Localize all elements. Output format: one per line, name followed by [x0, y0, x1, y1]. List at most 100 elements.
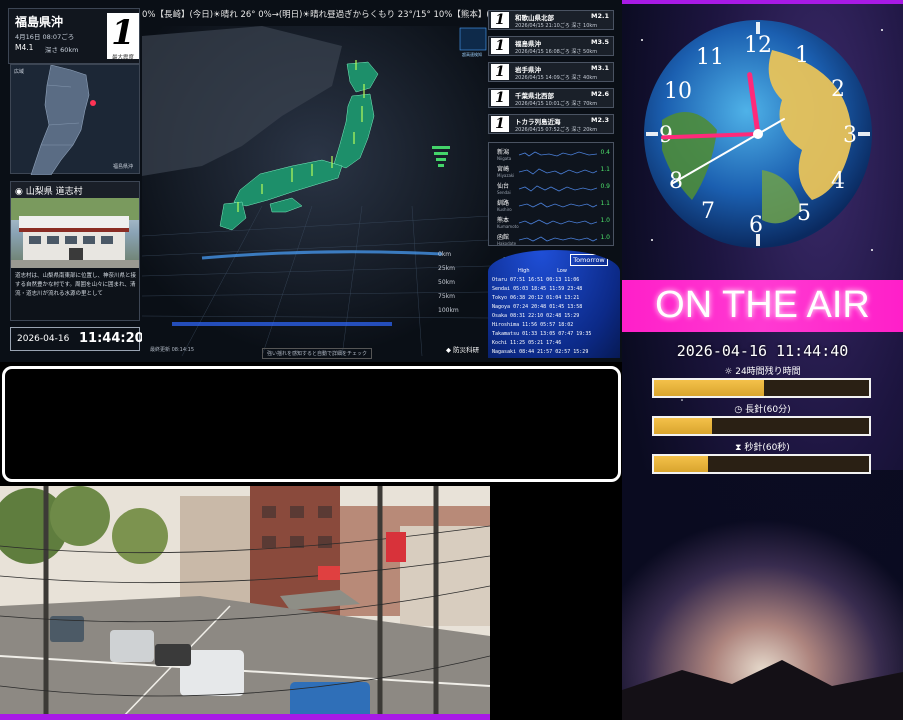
on-air-text: ON THE AIR [655, 284, 870, 326]
quake-depth: 深さ 60km [45, 46, 79, 54]
galaxy-background: 12 1 2 3 4 5 6 7 8 9 10 11 [622, 20, 903, 720]
japan-3d-map[interactable]: 0km 25km 50km 75km 100km 超高速検知 [142, 26, 490, 356]
clock-date: 2026-04-16 [17, 334, 70, 344]
clock-number-11: 11 [696, 45, 724, 70]
graph-station-value: 1.1 [600, 200, 610, 207]
recent-quake-time: 2026/04/15 14:09ごろ 深さ 40km [515, 75, 598, 81]
place-description: 道志村は、山梨県南東部に位置し、神奈川県と接する自然豊かな村です。周囲を山々に囲… [15, 273, 137, 297]
sun-icon: ☼ [724, 367, 736, 377]
epicenter-minimap: 広域 福島県沖 [10, 64, 140, 176]
nied-label: 防災科研 [453, 346, 480, 354]
detection-badge [459, 27, 487, 51]
day-remaining-bar [652, 378, 871, 398]
tomorrow-button[interactable]: Tomorrow [570, 254, 608, 266]
scale-4: 100km [438, 307, 459, 314]
graph-station-name: 釧路 [497, 200, 510, 207]
tide-row: Nagasaki 08:44 21:57 02:57 15:29 [492, 349, 589, 355]
graph-station-name: 熊本 [497, 217, 510, 224]
recent-quake-shindo: 1 [491, 116, 509, 132]
minimap-caption: 福島県沖 [112, 164, 133, 170]
graph-station-sub: Niigata [497, 156, 512, 161]
scale-2: 50km [438, 279, 455, 286]
tide-panel: Tides Tomorrow High Low Otaru 07:51 16:5… [488, 250, 620, 358]
graph-station-sub: Kushiro [497, 207, 512, 212]
tide-header: High Low [518, 268, 618, 274]
recent-quake-item[interactable]: 1 福島県沖 M3.5 2026/04/15 16:08ごろ 深さ 50km [488, 36, 614, 56]
recent-quake-time: 2026/04/15 07:52ごろ 深さ 20km [515, 127, 598, 133]
minimap-label: 広域 [14, 69, 25, 75]
recent-quake-item[interactable]: 1 和歌山県北部 M2.1 2026/04/15 21:10ごろ 深さ 10km [488, 10, 614, 30]
graph-station-value: 1.1 [600, 166, 610, 173]
tide-row: Takamatsu 01:33 13:05 07:47 19:35 [492, 331, 592, 337]
tide-badge: Tides [492, 254, 506, 260]
graph-station-name: 函館 [497, 234, 510, 241]
quake-shindo-value: 1 [111, 13, 135, 53]
recent-quake-time: 2026/04/15 10:01ごろ 深さ 70km [515, 101, 598, 107]
map-last-updated: 最終更新 08:14:15 [150, 347, 195, 353]
clock-icon: ◷ [734, 405, 746, 415]
graph-station-sub: Hakodate [497, 241, 517, 246]
digital-clock: 2026-04-16 11:44:20 [10, 327, 144, 351]
minute-hand-label: ◷ 長針(60分) [734, 405, 791, 415]
street-scene [0, 486, 490, 720]
clock-number-12: 12 [744, 33, 772, 58]
nied-logo-icon: ◆ [446, 346, 451, 354]
quake-time: 4月16日 08:07ごろ [15, 33, 75, 41]
second-hand-label: ⧗ 秒針(60秒) [735, 443, 790, 453]
recent-quake-name: 福島県沖 [515, 40, 541, 48]
weather-ticker: 0%【長崎】(今日)☀晴れ 26° 0%→(明日)☀晴れ昼過ぎからくもり 23°… [142, 10, 490, 20]
recent-quake-mag: M2.6 [591, 90, 609, 98]
place-photo [11, 198, 139, 268]
tide-row: Kochi 11:25 05:21 17:46 [492, 340, 562, 346]
nied-credit: ◆ 防災科研 [446, 344, 479, 354]
caption-banner [2, 366, 621, 482]
clock-number-6: 6 [749, 213, 763, 238]
place-name-label: 山梨県 道志村 [25, 187, 83, 197]
graph-station-sub: Kumamoto [497, 224, 519, 229]
second-hand-bar [652, 454, 871, 474]
recent-quake-mag: M2.1 [591, 12, 609, 20]
latest-quake-card[interactable]: 福島県沖 4月16日 08:07ごろ M4.1 深さ 60km 1 最大震度 [8, 8, 140, 64]
recent-quake-time: 2026/04/15 16:08ごろ 深さ 50km [515, 49, 598, 55]
graph-station-name: 新潟 [497, 149, 510, 156]
recent-quake-name: 和歌山県北部 [515, 14, 554, 22]
graph-station-value: 0.4 [600, 149, 610, 156]
minute-hand-fill [654, 418, 713, 434]
seismograph-panel: 新潟 Niigata 0.4 宮崎 Miyazaki 1.1 仙台 Sendai… [488, 142, 614, 246]
place-card: ◉ 山梨県 道志村 道志村は、山梨県南東部に位置し、神奈川県と接する自然豊かな村… [10, 181, 140, 321]
epicenter-marker [90, 100, 96, 106]
recent-quake-mag: M3.1 [591, 64, 609, 72]
on-air-panel: 12 1 2 3 4 5 6 7 8 9 10 11 [622, 0, 903, 720]
earthquake-dashboard: 0%【長崎】(今日)☀晴れ 26° 0%→(明日)☀晴れ昼過ぎからくもり 23°… [0, 0, 622, 362]
recent-quake-item[interactable]: 1 千葉県北西部 M2.6 2026/04/15 10:01ごろ 深さ 70km [488, 88, 614, 108]
graph-station-name: 宮崎 [497, 166, 510, 173]
scale-0: 0km [438, 251, 451, 258]
day-remaining-fill [654, 380, 764, 396]
graph-station-name: 仙台 [497, 183, 510, 190]
tide-row: Tokyo 06:38 20:12 01:04 13:21 [492, 295, 580, 301]
tide-row: Nagoya 07:24 20:48 01:45 13:58 [492, 304, 583, 310]
graph-station-value: 1.0 [600, 217, 610, 224]
graph-station-value: 0.9 [600, 183, 610, 190]
detection-badge-label: 超高速検知 [462, 51, 482, 57]
clock-number-1: 1 [795, 43, 809, 68]
tide-row: Otaru 07:51 16:51 00:13 11:06 [492, 277, 580, 283]
recent-quake-shindo: 1 [491, 12, 509, 28]
quake-region: 福島県沖 [15, 15, 64, 29]
map-auto-check-notice: 強い揺れを感知すると自動で詳細をチェック [262, 348, 373, 359]
recent-quake-time: 2026/04/15 21:10ごろ 深さ 10km [515, 23, 598, 29]
clock-number-2: 2 [831, 77, 845, 102]
recent-quake-item[interactable]: 1 トカラ列島近海 M2.3 2026/04/15 07:52ごろ 深さ 20k… [488, 114, 614, 134]
scale-3: 75km [438, 293, 455, 300]
tide-row: Hiroshima 11:56 05:57 18:02 [492, 322, 574, 328]
live-street-camera [0, 486, 490, 720]
hourglass-icon: ⧗ [735, 443, 745, 453]
graph-station-sub: Miyazaki [497, 173, 515, 178]
quake-shindo-badge: 1 最大震度 [107, 13, 139, 61]
clock-time: 11:44:20 [79, 331, 144, 346]
clock-center [753, 129, 763, 139]
bottom-accent-bar [0, 714, 490, 720]
recent-quake-item[interactable]: 1 岩手県沖 M3.1 2026/04/15 14:09ごろ 深さ 40km [488, 62, 614, 82]
day-remaining-label: ☼ 24時間残り時間 [724, 367, 801, 377]
clock-number-5: 5 [797, 201, 811, 226]
